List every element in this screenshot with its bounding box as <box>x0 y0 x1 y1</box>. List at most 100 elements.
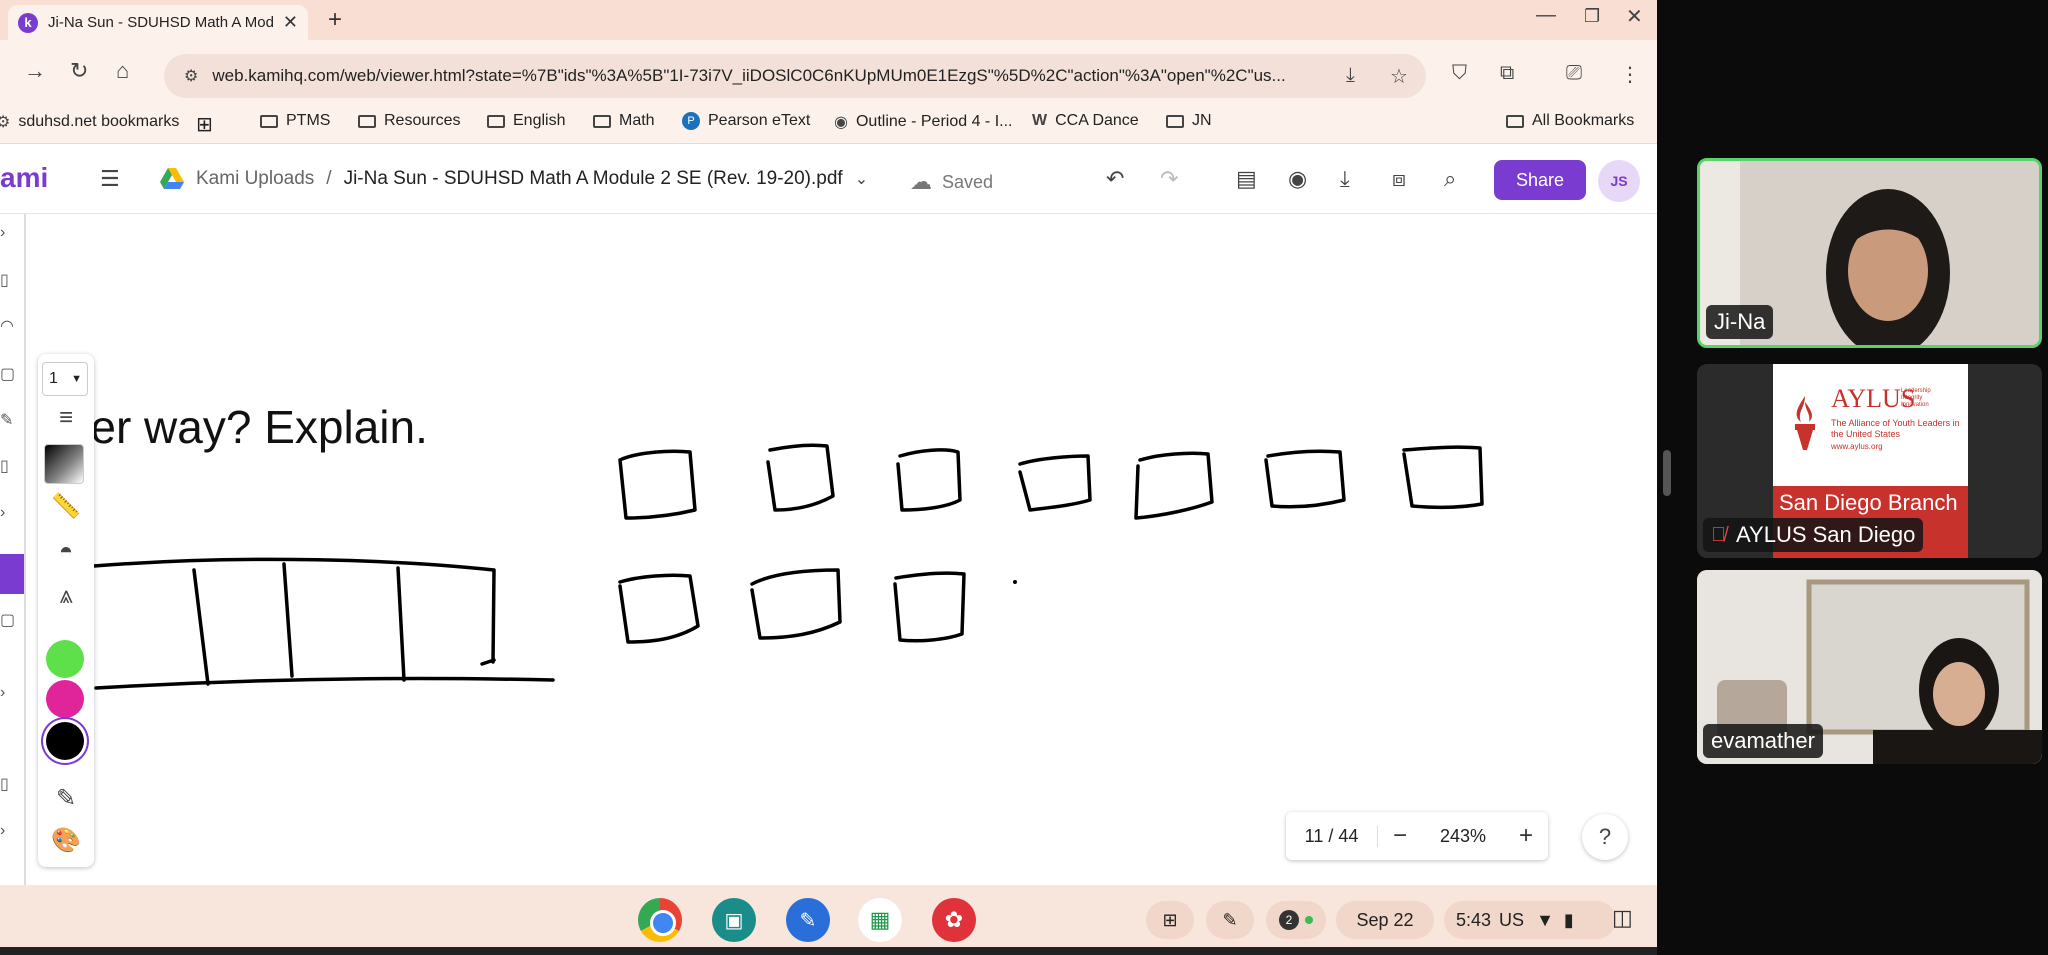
url-field[interactable]: ⚙ web.kamihq.com/web/viewer.html?state=%… <box>164 54 1426 98</box>
bookmark-ptms[interactable]: PTMS <box>260 112 330 130</box>
install-app-icon[interactable]: ⤓ <box>1346 64 1355 87</box>
aylus-branch: San Diego Branch <box>1779 490 1958 515</box>
close-window-icon[interactable]: ✕ <box>1626 4 1643 29</box>
folder-icon <box>1506 114 1524 128</box>
participant-name: AYLUS San Diego <box>1736 522 1916 547</box>
drawn-box <box>750 568 842 640</box>
color-swatch-green[interactable] <box>46 640 84 678</box>
drawn-dot <box>1013 580 1017 584</box>
shield-extension-icon[interactable]: ⛉ <box>1452 62 1467 85</box>
drawn-box <box>1134 451 1214 520</box>
search-icon[interactable]: ⌕ <box>1444 166 1456 192</box>
bookmark-math[interactable]: Math <box>593 112 655 130</box>
compass-icon[interactable]: ⩓ <box>48 582 84 610</box>
bookmark-cca-dance[interactable]: W CCA Dance <box>1032 112 1139 130</box>
participant-tile-aylus[interactable]: AYLUS Leadership Integrity Innovation Th… <box>1697 364 2042 558</box>
tape-diagram-base <box>94 676 555 690</box>
bookmark-resources[interactable]: Resources <box>358 112 460 130</box>
drawn-box <box>893 571 966 643</box>
freehand-drawing <box>92 443 1484 690</box>
tape-divider <box>396 566 406 682</box>
download-icon[interactable]: ⤓ <box>1340 166 1350 192</box>
new-tab-icon[interactable]: + <box>328 6 342 34</box>
drawn-box <box>1264 449 1346 509</box>
chromeos-shelf: ▣ ✎ ▦ ✿ ⊞ ✎ 2 Sep 22 5:43 US ▼ ▮ ◫ <box>0 885 1657 955</box>
undo-icon[interactable]: ↶ <box>1106 166 1124 192</box>
window-overview-icon[interactable]: ◫ <box>1612 905 1633 931</box>
cast-icon[interactable]: ⎚ <box>1566 62 1582 85</box>
participant-name-tag: 🎙̸ AYLUS San Diego <box>1703 518 1924 552</box>
ruler-icon[interactable]: 📏 <box>48 492 84 521</box>
line-weight-icon[interactable]: ≡ <box>48 404 84 432</box>
document-icon[interactable]: ▤ <box>1236 166 1257 192</box>
video-call-panel: Ji-Na AYLUS Leadership Integrity Innovat… <box>1657 0 2048 955</box>
home-icon[interactable]: ⌂ <box>116 58 129 84</box>
tab-strip: k Ji-Na Sun - SDUHSD Math A Module 2 SE … <box>0 0 1657 40</box>
help-button[interactable]: ? <box>1582 814 1628 860</box>
date-tray[interactable]: Sep 22 <box>1336 901 1434 939</box>
paint-app-icon[interactable]: ✿ <box>932 898 976 942</box>
outline-list-icon[interactable]: ☰ <box>100 166 120 192</box>
reload-icon[interactable]: ↻ <box>70 58 88 84</box>
forward-icon[interactable]: → <box>24 58 46 84</box>
minimize-icon[interactable]: — <box>1536 4 1556 27</box>
close-tab-icon[interactable]: ✕ <box>283 12 298 33</box>
color-swatch-black[interactable] <box>46 722 84 760</box>
bookmark-star-icon[interactable]: ☆ <box>1390 64 1408 89</box>
view-eye-icon[interactable]: ◉ <box>1288 166 1307 192</box>
document-canvas[interactable]: › ▯ ◠ ▢ ✎ ▯ › ▢ › ▯ › ther way? Explain. <box>0 214 1657 885</box>
all-bookmarks[interactable]: All Bookmarks <box>1506 112 1634 130</box>
extensions-puzzle-icon[interactable]: ⧉ <box>1500 62 1514 85</box>
status-tray[interactable]: 5:43 US ▼ ▮ <box>1444 901 1616 939</box>
screencast-app-icon[interactable]: ▣ <box>712 898 756 942</box>
classroom-app-icon[interactable]: ▦ <box>858 898 902 942</box>
eyedropper-icon[interactable]: ✎ <box>48 784 84 813</box>
zoom-in-button[interactable]: + <box>1504 822 1548 850</box>
stylus-tools-icon[interactable]: ✎ <box>1206 901 1254 939</box>
panel-resize-handle[interactable] <box>1663 450 1671 496</box>
tape-divider <box>192 568 210 686</box>
battery-icon: ▮ <box>1563 909 1574 930</box>
color-swatch-pink[interactable] <box>46 680 84 718</box>
kami-favicon-icon: k <box>18 12 38 33</box>
page-indicator[interactable]: 11 / 44 <box>1286 825 1378 847</box>
zoom-level[interactable]: 243% <box>1422 826 1504 847</box>
protractor-icon[interactable]: ◓ <box>48 538 84 566</box>
notifications-tray[interactable]: 2 <box>1266 901 1326 939</box>
share-button[interactable]: Share <box>1494 160 1586 200</box>
apps-grid-icon[interactable]: ⊞ <box>196 112 213 137</box>
bookmark-outline[interactable]: ◉ Outline - Period 4 - I... <box>834 112 1012 132</box>
page-zoom-controls: 11 / 44 − 243% + <box>1286 812 1548 860</box>
chevron-down-icon[interactable]: ⌄ <box>855 169 868 189</box>
toolbox-icon[interactable]: ⧈ <box>1392 166 1406 192</box>
folder-icon <box>1166 114 1184 128</box>
breadcrumb-kami-uploads[interactable]: Kami Uploads <box>196 168 314 190</box>
mic-off-icon: 🎙̸ <box>1711 523 1726 546</box>
redo-icon[interactable]: ↷ <box>1160 166 1178 192</box>
chrome-app-icon[interactable] <box>638 898 682 942</box>
bookmark-jn[interactable]: JN <box>1166 112 1212 130</box>
docs-app-icon[interactable]: ✎ <box>786 898 830 942</box>
participant-tile-evamather[interactable]: evamather <box>1697 570 2042 764</box>
zoom-out-button[interactable]: − <box>1378 822 1422 850</box>
bookmark-sduhsd[interactable]: ⚙ sduhsd.net bookmarks <box>0 112 179 132</box>
stroke-size-select[interactable]: 1 ▼ <box>42 362 88 396</box>
restore-icon[interactable]: ❐ <box>1584 6 1600 27</box>
user-avatar[interactable]: JS <box>1598 160 1640 202</box>
palette-icon[interactable]: 🎨 <box>48 826 84 855</box>
bookmarks-bar: ⚙ sduhsd.net bookmarks ⊞ PTMS Resources … <box>0 102 1657 144</box>
opacity-gradient[interactable] <box>44 444 84 484</box>
participant-name: evamather <box>1703 724 1823 758</box>
site-settings-icon[interactable]: ⚙ <box>184 66 198 86</box>
locale: US <box>1499 909 1525 930</box>
folder-icon <box>487 114 505 128</box>
participant-tile-ji-na[interactable]: Ji-Na <box>1697 158 2042 348</box>
screen-capture-icon[interactable]: ⊞ <box>1146 901 1194 939</box>
bookmark-pearson[interactable]: P Pearson eText <box>682 112 810 130</box>
chrome-menu-icon[interactable]: ⋮ <box>1620 62 1640 87</box>
folder-icon <box>358 114 376 128</box>
aylus-tagline: Leadership Integrity Innovation <box>1901 388 1931 408</box>
file-name[interactable]: Ji-Na Sun - SDUHSD Math A Module 2 SE (R… <box>344 168 843 190</box>
browser-tab[interactable]: k Ji-Na Sun - SDUHSD Math A Module 2 SE … <box>8 5 308 40</box>
bookmark-english[interactable]: English <box>487 112 565 130</box>
